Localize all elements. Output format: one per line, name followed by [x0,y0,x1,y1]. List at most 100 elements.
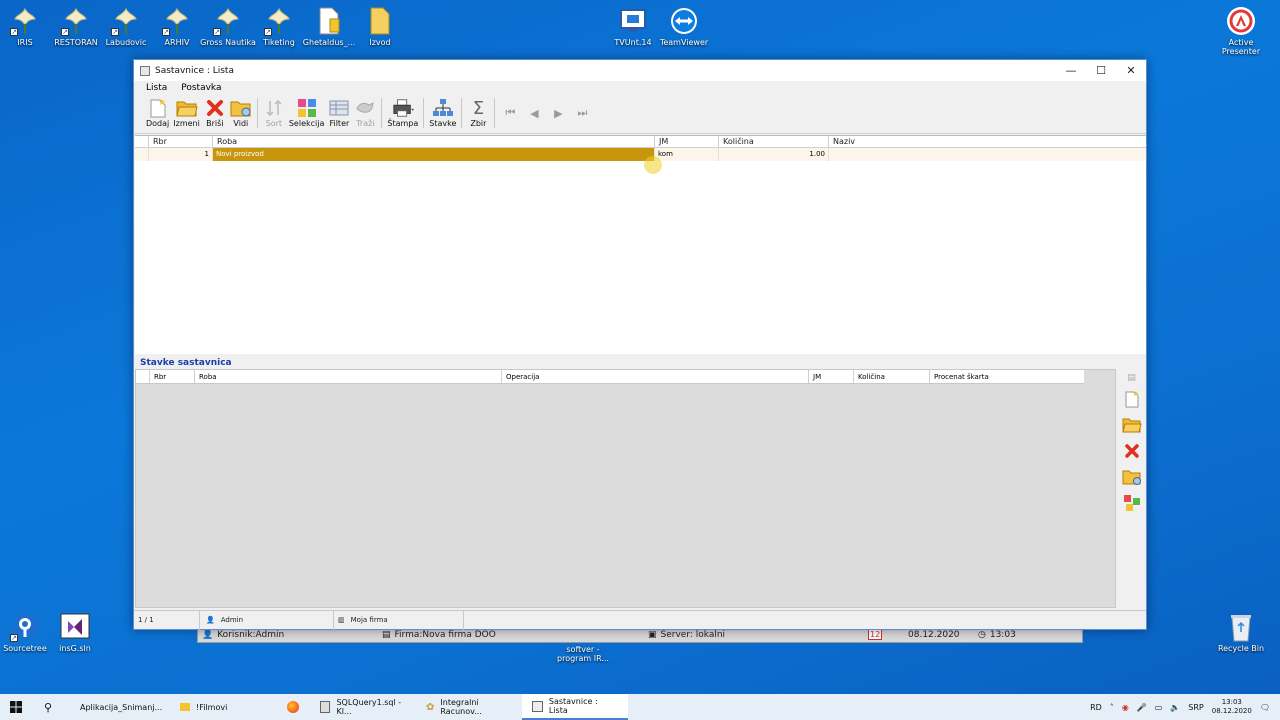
col-operacija[interactable]: Operacija [502,370,809,383]
sidebar-edit-button[interactable] [1121,415,1142,435]
sidebar-settings-button[interactable]: ▤ [1122,373,1142,383]
minimize-button[interactable]: — [1056,60,1086,81]
stampa-label: Štampa [387,119,419,128]
chevron-up-icon[interactable]: ˄ [1110,703,1114,712]
delete-x-icon [204,98,226,118]
desktop-icon-ghetaldus[interactable]: Ghetaldus_... [301,6,357,47]
dodaj-button[interactable]: Dodaj [144,98,171,128]
desktop-icon-teamviewer[interactable]: TeamViewer [656,6,712,47]
izmeni-button[interactable]: Izmeni [171,98,202,128]
trazi-button[interactable]: Traži [352,98,378,128]
taskbar-item-sastavnice[interactable]: Sastavnice : Lista [522,694,628,720]
table-row[interactable]: 1 Novi proizvod kom 1.00 [135,148,1146,161]
desktop-icon-insgsln[interactable]: insG.sln [47,612,103,653]
col-naziv[interactable]: Naziv [829,136,1146,147]
col-procenat-skarta[interactable]: Procenat škarta [930,370,1084,383]
desktop-icon-tiketing[interactable]: ↗ Tiketing [251,6,307,47]
desktop-icon-labudovic[interactable]: ↗ Labudovic [98,6,154,47]
close-button[interactable]: ✕ [1116,60,1146,81]
stavke-button[interactable]: Stavke [427,98,458,128]
search-button[interactable]: ⚲ [32,694,64,720]
window-titlebar[interactable]: Sastavnice : Lista — ☐ ✕ [134,60,1146,81]
volume-icon[interactable]: 🔈 [1170,703,1180,712]
toolbar-separator [494,98,496,128]
taskbar-item-aplikacija[interactable]: Aplikacija_Snimanj... [64,694,170,720]
grid-header: Rbr Roba Operacija JM Količina Procenat … [136,370,1084,384]
vidi-button[interactable]: Vidi [228,98,254,128]
desktop-icon-gross-nautika[interactable]: ↗ Gross Nautika [200,6,256,47]
desktop-icon-active-presenter[interactable]: Active Presenter [1213,6,1269,56]
iris-flower-icon: ↗ [213,6,243,36]
desktop-icon-izvod[interactable]: Izvod [352,6,408,47]
taskbar-item-integralni[interactable]: ✿ Integralni Racunov... [416,694,522,720]
next-record-button[interactable]: ▶ [546,98,570,128]
desktop-icon-label: insG.sln [59,644,91,653]
menu-postavka[interactable]: Postavka [181,83,221,93]
open-folder-icon [175,98,198,118]
start-button[interactable] [0,694,32,720]
row-indicator-header [136,370,150,383]
stampa-button[interactable]: Štampa [385,98,420,128]
desktop-icon-softver[interactable]: softver - program IR... [553,645,613,663]
sidebar-selection-button[interactable] [1122,493,1142,513]
desktop-icon-arhiv[interactable]: ↗ ARHIV [149,6,205,47]
maximize-button[interactable]: ☐ [1086,60,1116,81]
tray-lang[interactable]: RD [1090,703,1102,712]
cell-roba[interactable]: Novi proizvod [213,148,655,161]
cell-naziv[interactable] [829,148,1146,161]
desktop-icon-label: ARHIV [164,38,190,47]
microphone-icon[interactable]: 🎤 [1137,703,1147,712]
desktop-icon-label: Recycle Bin [1217,644,1265,653]
prev-record-icon: ◀ [530,106,539,120]
filter-label: Filter [329,119,350,128]
sourcetree-icon: ↗ [10,612,40,642]
notification-icon[interactable]: 🗨 [1260,703,1270,712]
col-rbr[interactable]: Rbr [150,370,195,383]
company-name: Moja firma [350,616,388,624]
first-record-button[interactable]: ⏮ [498,98,522,128]
tray-clock[interactable]: 13:03 08.12.2020 [1212,698,1252,716]
toolbar-separator [381,98,383,128]
tray-keyboard[interactable]: SRP [1188,703,1203,712]
col-roba[interactable]: Roba [195,370,502,383]
tray-app-icon[interactable]: ◉ [1122,703,1129,712]
desktop-icon-restoran[interactable]: ↗ RESTORAN [48,6,104,47]
selection-icon [1123,495,1140,511]
taskbar-item-firefox[interactable] [276,694,310,720]
cell-jm[interactable]: kom [655,148,719,161]
network-icon[interactable]: ▭ [1155,703,1163,712]
sort-button[interactable]: Sort [261,98,287,128]
new-document-icon [147,98,169,118]
col-roba[interactable]: Roba [213,136,655,147]
row-indicator [135,148,149,161]
menu-lista[interactable]: Lista [146,83,167,93]
taskbar-item-sqlquery[interactable]: SQLQuery1.sql - Kl... [310,694,416,720]
calendar-icon: 12 [868,629,883,640]
taskbar-item-filmovi[interactable]: !Filmovi [170,694,276,720]
desktop-icon-tvunt[interactable]: TVUnt.14 [605,6,661,47]
sidebar-delete-button[interactable] [1122,441,1142,461]
last-record-button[interactable]: ⏭ [570,98,594,128]
zbir-button[interactable]: Σ Zbir [465,98,491,129]
iris-flower-icon: ↗ [264,6,294,36]
toolbar-separator [423,98,425,128]
cell-kolicina[interactable]: 1.00 [719,148,829,161]
prev-record-button[interactable]: ◀ [522,98,546,128]
desktop-icon-sourcetree[interactable]: ↗ Sourcetree [0,612,53,653]
first-record-icon: ⏮ [505,106,516,119]
iris-flower-icon: ↗ [162,6,192,36]
sidebar-add-button[interactable] [1122,389,1142,409]
col-jm[interactable]: JM [809,370,854,383]
filter-button[interactable]: Filter [326,98,352,128]
desktop-icon-recycle-bin[interactable]: Recycle Bin [1213,612,1269,653]
desktop-icon-label: softver - program IR... [557,645,609,663]
brisi-button[interactable]: Briši [202,98,228,128]
col-kolicina[interactable]: Količina [719,136,829,147]
desktop-icon-iris[interactable]: ↗ IRIS [0,6,53,47]
col-kolicina[interactable]: Količina [854,370,930,383]
col-rbr[interactable]: Rbr [149,136,213,147]
sidebar-view-button[interactable] [1122,467,1142,487]
cell-rbr[interactable]: 1 [149,148,213,161]
selekcija-button[interactable]: Selekcija [287,98,327,128]
col-jm[interactable]: JM [655,136,719,147]
